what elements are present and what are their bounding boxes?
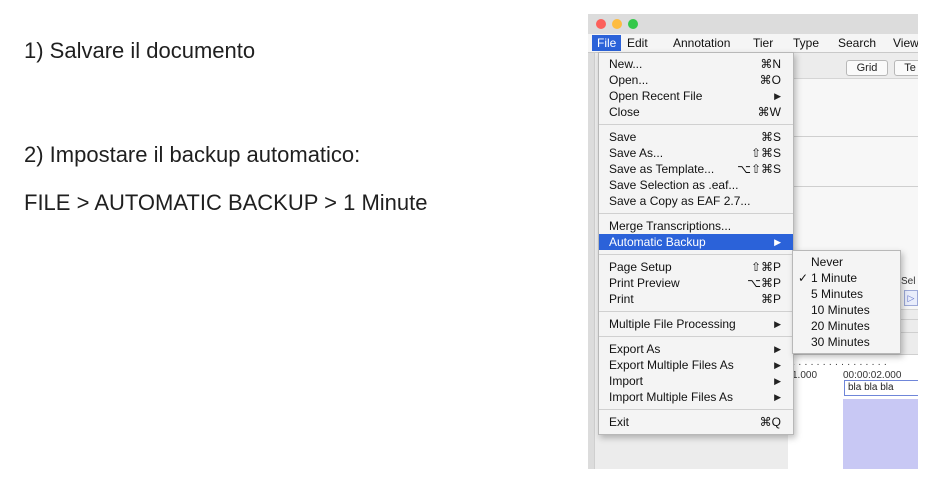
menu-item-page-setup[interactable]: Page Setup ⇧⌘P [599, 259, 793, 275]
divider [793, 186, 918, 187]
left-strip [588, 53, 595, 469]
menu-separator [599, 213, 793, 214]
menu-path-text: FILE > AUTOMATIC BACKUP > 1 Minute [24, 190, 428, 215]
annotation-box[interactable]: bla bla bla [844, 380, 918, 396]
menu-item-open-recent[interactable]: Open Recent File ▶ [599, 88, 793, 104]
menu-item-merge-transcriptions[interactable]: Merge Transcriptions... [599, 218, 793, 234]
menu-item-automatic-backup[interactable]: Automatic Backup ▶ [599, 234, 793, 250]
menu-item-multiple-file-processing[interactable]: Multiple File Processing ▶ [599, 316, 793, 332]
menu-item-save-copy-eaf[interactable]: Save a Copy as EAF 2.7... [599, 193, 793, 209]
play-selection-icon[interactable]: ▷ [904, 290, 918, 306]
submenu-arrow-icon: ▶ [774, 376, 781, 386]
window-titlebar [588, 14, 918, 35]
menu-bar: File Edit Annotation Tier Type Search Vi… [588, 34, 918, 53]
menu-annotation[interactable]: Annotation [668, 35, 735, 51]
ruler-ticks: · · · · · · · · · · · · · · · · [792, 359, 887, 370]
menu-search[interactable]: Search [833, 35, 881, 51]
submenu-arrow-icon: ▶ [774, 360, 781, 370]
menu-separator [599, 336, 793, 337]
automatic-backup-submenu: Never ✓ 1 Minute 5 Minutes 10 Minutes 20 … [792, 250, 901, 354]
menu-item-print-preview[interactable]: Print Preview ⌥⌘P [599, 275, 793, 291]
file-menu: New... ⌘N Open... ⌘O Open Recent File ▶ Clo… [598, 52, 794, 435]
backup-option-30-minutes[interactable]: 30 Minutes [793, 334, 900, 350]
minimize-window-button[interactable] [612, 19, 622, 29]
submenu-arrow-icon: ▶ [774, 344, 781, 354]
grid-tab[interactable]: Grid [846, 60, 888, 76]
menu-file[interactable]: File [592, 35, 622, 51]
menu-item-save[interactable]: Save ⌘S [599, 129, 793, 145]
step1-text: 1) Salvare il documento [24, 38, 256, 63]
menu-edit[interactable]: Edit [622, 35, 653, 51]
submenu-arrow-icon: ▶ [774, 319, 781, 329]
menu-item-import[interactable]: Import ▶ [599, 373, 793, 389]
close-window-button[interactable] [596, 19, 606, 29]
backup-option-5-minutes[interactable]: 5 Minutes [793, 286, 900, 302]
menu-item-new[interactable]: New... ⌘N [599, 56, 793, 72]
step2-text: 2) Impostare il backup automatico: [24, 142, 361, 167]
menu-item-exit[interactable]: Exit ⌘Q [599, 414, 793, 430]
menu-item-open[interactable]: Open... ⌘O [599, 72, 793, 88]
backup-option-never[interactable]: Never [793, 254, 900, 270]
menu-item-export-as[interactable]: Export As ▶ [599, 341, 793, 357]
submenu-arrow-icon: ▶ [774, 392, 781, 402]
menu-item-save-selection[interactable]: Save Selection as .eaf... [599, 177, 793, 193]
divider [793, 136, 918, 137]
menu-item-save-as[interactable]: Save As... ⇧⌘S [599, 145, 793, 161]
selection-label: Sel [901, 276, 916, 287]
menu-item-import-multiple[interactable]: Import Multiple Files As ▶ [599, 389, 793, 405]
backup-option-10-minutes[interactable]: 10 Minutes [793, 302, 900, 318]
menu-item-export-multiple[interactable]: Export Multiple Files As ▶ [599, 357, 793, 373]
menu-separator [599, 311, 793, 312]
menu-separator [599, 124, 793, 125]
zoom-window-button[interactable] [628, 19, 638, 29]
checkmark-icon: ✓ [798, 271, 809, 285]
menu-view[interactable]: View [888, 35, 918, 51]
time-label-left: 1.000 [792, 370, 818, 381]
selection-area[interactable] [843, 399, 918, 469]
menu-type[interactable]: Type [788, 35, 824, 51]
menu-item-print[interactable]: Print ⌘P [599, 291, 793, 307]
backup-option-20-minutes[interactable]: 20 Minutes [793, 318, 900, 334]
backup-option-1-minute[interactable]: ✓ 1 Minute [793, 270, 900, 286]
text-tab[interactable]: Te [894, 60, 918, 76]
menu-separator [599, 254, 793, 255]
submenu-arrow-icon: ▶ [774, 91, 781, 101]
menu-tier[interactable]: Tier [748, 35, 778, 51]
menu-separator [599, 409, 793, 410]
menu-item-close[interactable]: Close ⌘W [599, 104, 793, 120]
menu-item-save-as-template[interactable]: Save as Template... ⌥⇧⌘S [599, 161, 793, 177]
app-screenshot: File Edit Annotation Tier Type Search Vi… [588, 14, 918, 469]
submenu-arrow-icon: ▶ [774, 237, 781, 247]
